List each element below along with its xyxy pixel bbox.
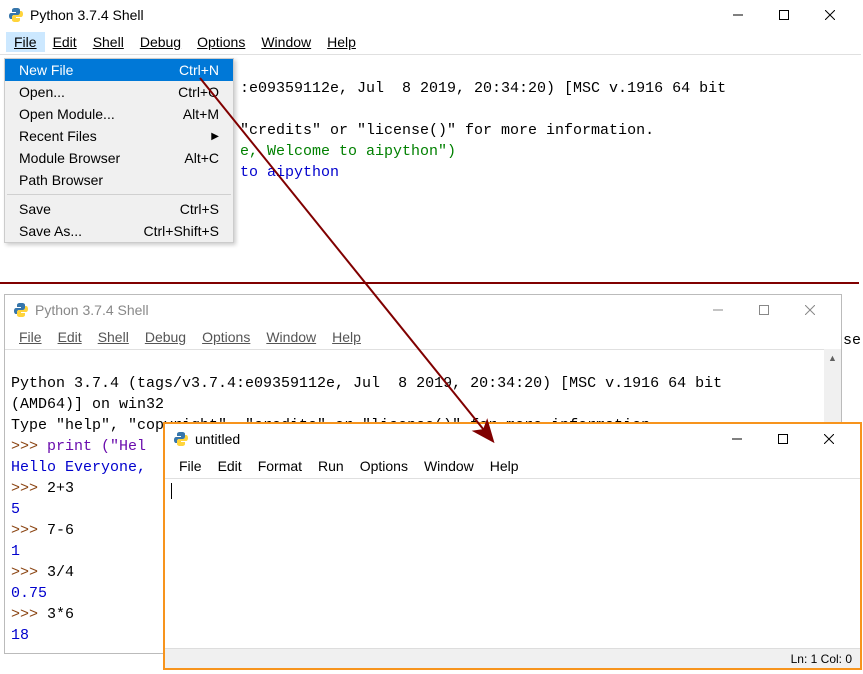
- output: Hello Everyone,: [11, 459, 146, 476]
- maximize-button[interactable]: [761, 0, 807, 30]
- menu-item-recent-files[interactable]: Recent Files▶: [5, 125, 233, 147]
- text-line: "credits" or "license()" for more inform…: [240, 122, 654, 139]
- window-controls: [695, 295, 833, 325]
- python-icon: [173, 431, 189, 447]
- menu-debug[interactable]: Debug: [137, 327, 194, 347]
- output: 18: [11, 627, 29, 644]
- menu-edit[interactable]: Edit: [210, 456, 250, 476]
- shell-window-1: Python 3.7.4 Shell File Edit Shell Debug…: [0, 0, 861, 275]
- menu-file[interactable]: File: [6, 32, 45, 52]
- menu-shell[interactable]: Shell: [85, 32, 132, 52]
- menu-item-save-as[interactable]: Save As...Ctrl+Shift+S: [5, 220, 233, 242]
- menu-item-open-module[interactable]: Open Module...Alt+M: [5, 103, 233, 125]
- text-line: :e09359112e, Jul 8 2019, 20:34:20) [MSC …: [240, 80, 726, 97]
- menu-item-new-file[interactable]: New FileCtrl+N: [5, 59, 233, 81]
- menu-separator: [7, 194, 231, 195]
- output: 0.75: [11, 585, 47, 602]
- text-line: e, Welcome to aipython"): [240, 143, 456, 160]
- menu-item-module-browser[interactable]: Module BrowserAlt+C: [5, 147, 233, 169]
- python-icon: [13, 302, 29, 318]
- menu-help[interactable]: Help: [324, 327, 369, 347]
- titlebar: Python 3.7.4 Shell: [5, 295, 841, 325]
- window-title: Python 3.7.4 Shell: [35, 302, 695, 318]
- menu-item-open[interactable]: Open...Ctrl+O: [5, 81, 233, 103]
- menu-item-save[interactable]: SaveCtrl+S: [5, 198, 233, 220]
- menu-options[interactable]: Options: [189, 32, 253, 52]
- statusbar: Ln: 1 Col: 0: [165, 648, 860, 668]
- chevron-right-icon: ▶: [211, 131, 219, 142]
- titlebar: Python 3.7.4 Shell: [0, 0, 861, 30]
- text-line: Python 3.7.4 (tags/v3.7.4:e09359112e, Ju…: [11, 375, 722, 392]
- menu-options[interactable]: Options: [352, 456, 416, 476]
- minimize-button[interactable]: [695, 295, 741, 325]
- menu-edit[interactable]: Edit: [50, 327, 90, 347]
- menubar: File Edit Format Run Options Window Help: [165, 454, 860, 479]
- close-button[interactable]: [807, 0, 853, 30]
- menubar: File Edit Shell Debug Options Window Hel…: [5, 325, 841, 350]
- menu-item-path-browser[interactable]: Path Browser: [5, 169, 233, 191]
- divider: [0, 282, 859, 284]
- editor-content[interactable]: [165, 479, 860, 649]
- menubar: File Edit Shell Debug Options Window Hel…: [0, 30, 861, 55]
- text-cursor: [171, 483, 172, 499]
- menu-file[interactable]: File: [11, 327, 50, 347]
- menu-help[interactable]: Help: [482, 456, 527, 476]
- menu-format[interactable]: Format: [250, 456, 310, 476]
- menu-run[interactable]: Run: [310, 456, 352, 476]
- prompt: >>>: [11, 438, 47, 455]
- prompt: >>>: [11, 564, 47, 581]
- prompt: >>>: [11, 606, 47, 623]
- prompt: >>>: [11, 480, 47, 497]
- python-icon: [8, 7, 24, 23]
- text-line: to aipython: [240, 164, 339, 181]
- close-button[interactable]: [787, 295, 833, 325]
- window-title: untitled: [195, 431, 714, 447]
- minimize-button[interactable]: [715, 0, 761, 30]
- menu-window[interactable]: Window: [258, 327, 324, 347]
- menu-edit[interactable]: Edit: [45, 32, 85, 52]
- truncated-text: se: [843, 332, 861, 349]
- menu-options[interactable]: Options: [194, 327, 258, 347]
- window-controls: [715, 0, 853, 30]
- menu-help[interactable]: Help: [319, 32, 364, 52]
- editor-window: untitled File Edit Format Run Options Wi…: [163, 422, 862, 670]
- window-controls: [714, 424, 852, 454]
- text-line: (AMD64)] on win32: [11, 396, 164, 413]
- close-button[interactable]: [806, 424, 852, 454]
- scroll-up-icon[interactable]: ▲: [824, 349, 841, 366]
- cursor-position: Ln: 1 Col: 0: [791, 652, 852, 666]
- minimize-button[interactable]: [714, 424, 760, 454]
- window-title: Python 3.7.4 Shell: [30, 7, 715, 23]
- prompt: >>>: [11, 522, 47, 539]
- maximize-button[interactable]: [741, 295, 787, 325]
- file-dropdown: New FileCtrl+N Open...Ctrl+O Open Module…: [4, 58, 234, 243]
- output: 5: [11, 501, 20, 518]
- menu-window[interactable]: Window: [253, 32, 319, 52]
- titlebar: untitled: [165, 424, 860, 454]
- output: 1: [11, 543, 20, 560]
- menu-shell[interactable]: Shell: [90, 327, 137, 347]
- menu-window[interactable]: Window: [416, 456, 482, 476]
- prompt: >>>: [11, 648, 47, 650]
- menu-debug[interactable]: Debug: [132, 32, 189, 52]
- maximize-button[interactable]: [760, 424, 806, 454]
- menu-file[interactable]: File: [171, 456, 210, 476]
